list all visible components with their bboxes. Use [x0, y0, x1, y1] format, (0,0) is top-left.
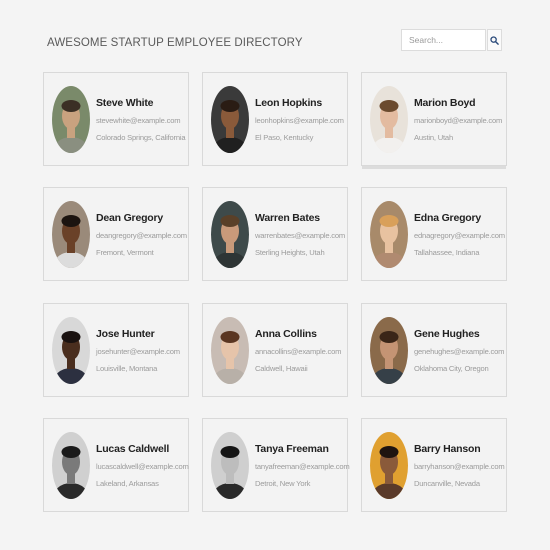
employee-name: Jose Hunter	[96, 328, 155, 340]
employee-card[interactable]: Edna Gregory ednagregory@example.com Talla…	[361, 187, 507, 281]
avatar	[211, 317, 249, 384]
avatar	[52, 317, 90, 384]
employee-card[interactable]: Leon Hopkins leonhopkins@example.com El Pa…	[202, 72, 348, 166]
employee-card[interactable]: Warren Bates warrenbates@example.com Sterl…	[202, 187, 348, 281]
employee-name: Gene Hughes	[414, 328, 480, 340]
avatar	[211, 201, 249, 268]
employee-name: Dean Gregory	[96, 212, 164, 224]
employee-name: Edna Gregory	[414, 212, 482, 224]
employee-email: tanyafreeman@example.com	[255, 462, 350, 471]
employee-email: leonhopkins@example.com	[255, 116, 344, 125]
employee-name: Anna Collins	[255, 328, 317, 340]
employee-name: Leon Hopkins	[255, 97, 323, 109]
search-input[interactable]	[401, 29, 486, 51]
employee-location: Louisville, Montana	[96, 364, 158, 373]
employee-card[interactable]: Dean Gregory deangregory@example.com Fremo…	[43, 187, 189, 281]
employee-location: Lakeland, Arkansas	[96, 479, 159, 488]
employee-name: Barry Hanson	[414, 443, 481, 455]
employee-location: Fremont, Vermont	[96, 248, 154, 257]
avatar	[211, 432, 249, 499]
avatar	[52, 201, 90, 268]
search-icon	[490, 35, 499, 45]
avatar	[370, 201, 408, 268]
employee-location: Duncanville, Nevada	[414, 479, 480, 488]
employee-card[interactable]: Anna Collins annacollins@example.com Caldw…	[202, 303, 348, 397]
avatar	[370, 86, 408, 153]
employee-location: Tallahassee, Indiana	[414, 248, 480, 257]
employee-card[interactable]: Steve White stevewhite@example.com Colorad…	[43, 72, 189, 166]
employee-card[interactable]: Barry Hanson barryhanson@example.com Dunca…	[361, 418, 507, 512]
employee-name: Marion Boyd	[414, 97, 476, 109]
employee-name: Steve White	[96, 97, 154, 109]
employee-location: El Paso, Kentucky	[255, 133, 314, 142]
avatar	[370, 432, 408, 499]
employee-email: genehughes@example.com	[414, 347, 505, 356]
employee-card[interactable]: Marion Boyd marionboyd@example.com Austin,…	[361, 72, 507, 166]
employee-card[interactable]: Tanya Freeman tanyafreeman@example.com Det…	[202, 418, 350, 512]
employee-email: stevewhite@example.com	[96, 116, 181, 125]
employee-email: ednagregory@example.com	[414, 231, 505, 240]
avatar	[211, 86, 249, 153]
employee-email: barryhanson@example.com	[414, 462, 505, 471]
employee-email: warrenbates@example.com	[255, 231, 346, 240]
employee-email: lucascaldwell@example.com	[96, 462, 189, 471]
avatar	[370, 317, 408, 384]
employee-location: Austin, Utah	[414, 133, 453, 142]
employee-name: Lucas Caldwell	[96, 443, 170, 455]
employee-email: annacollins@example.com	[255, 347, 342, 356]
employee-email: marionboyd@example.com	[414, 116, 503, 125]
employee-card[interactable]: Gene Hughes genehughes@example.com Oklahom…	[361, 303, 507, 397]
employee-location: Detroit, New York	[255, 479, 311, 488]
employee-location: Oklahoma City, Oregon	[414, 364, 489, 373]
employee-location: Caldwell, Hawaii	[255, 364, 308, 373]
page-title: AWESOME STARTUP EMPLOYEE DIRECTORY	[47, 37, 303, 49]
employee-name: Warren Bates	[255, 212, 320, 224]
employee-email: deangregory@example.com	[96, 231, 187, 240]
avatar	[52, 86, 90, 153]
employee-card[interactable]: Jose Hunter josehunter@example.com Louisvi…	[43, 303, 189, 397]
employee-card[interactable]: Lucas Caldwell lucascaldwell@example.com L…	[43, 418, 189, 512]
employee-name: Tanya Freeman	[255, 443, 329, 455]
avatar	[52, 432, 90, 499]
employee-location: Sterling Heights, Utah	[255, 248, 325, 257]
employee-location: Colorado Springs, California	[96, 133, 186, 142]
employee-email: josehunter@example.com	[96, 347, 180, 356]
search-button[interactable]	[487, 29, 502, 51]
